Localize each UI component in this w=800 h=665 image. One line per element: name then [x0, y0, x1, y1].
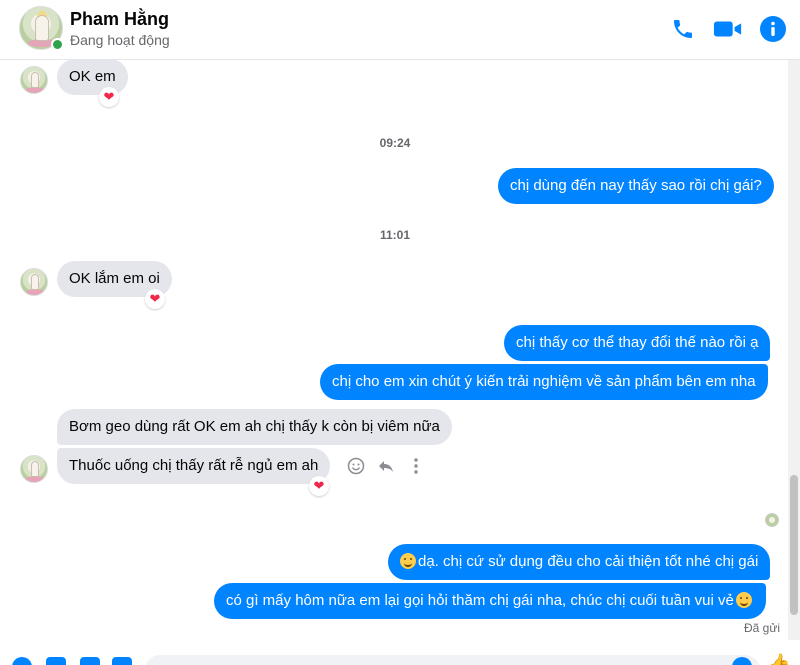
message-outgoing[interactable]: chị dùng đến nay thấy sao rồi chị gái? [498, 168, 774, 204]
message-outgoing[interactable]: dạ. chị cứ sử dụng đều cho cải thiện tốt… [388, 544, 771, 580]
message-text: có gì mấy hôm nữa em lại gọi hỏi thăm ch… [226, 592, 734, 609]
message-outgoing[interactable]: có gì mấy hôm nữa em lại gọi hỏi thăm ch… [214, 583, 766, 619]
message-actions [346, 456, 426, 476]
smile-emoji-icon [400, 553, 416, 569]
online-status-dot [51, 38, 64, 51]
message-incoming[interactable]: OK em [57, 59, 128, 95]
contact-name[interactable]: Pham Hằng [70, 9, 169, 30]
more-button[interactable] [406, 456, 426, 476]
heart-reaction[interactable]: ❤ [99, 87, 119, 107]
info-icon [760, 16, 786, 42]
message-incoming[interactable]: Bơm geo dùng rất OK em ah chị thấy k còn… [57, 409, 452, 445]
sender-avatar[interactable] [20, 455, 48, 483]
phone-icon [674, 20, 692, 38]
gif-icon[interactable] [112, 657, 132, 665]
message-text: dạ. chị cứ sử dụng đều cho cải thiện tốt… [418, 553, 759, 570]
sticker-icon[interactable] [80, 657, 100, 665]
timestamp: 11:01 [379, 228, 411, 242]
wink-emoji-icon [735, 592, 752, 608]
info-button[interactable] [758, 14, 788, 44]
reply-icon [379, 461, 393, 472]
video-icon [713, 21, 742, 37]
message-outgoing[interactable]: chị thấy cơ thể thay đổi thế nào rồi ạ [504, 325, 771, 361]
seen-avatar [765, 513, 779, 527]
sent-status: Đã gửi [744, 621, 781, 635]
contact-avatar[interactable] [19, 6, 64, 51]
scrollbar-thumb[interactable] [790, 475, 798, 615]
call-button[interactable] [668, 14, 698, 44]
more-icon [414, 458, 418, 474]
heart-reaction[interactable]: ❤ [145, 289, 165, 309]
message-incoming[interactable]: Thuốc uống chị thấy rất rễ ngủ em ah [57, 448, 331, 484]
contact-status: Đang hoạt động [70, 32, 170, 48]
photo-icon[interactable] [46, 657, 66, 665]
smile-icon [347, 457, 365, 475]
like-icon[interactable]: 👍 [768, 653, 790, 665]
more-actions-icon[interactable] [12, 657, 32, 665]
message-outgoing[interactable]: chị cho em xin chút ý kiến trải nghiệm v… [320, 364, 768, 400]
timestamp: 09:24 [379, 136, 411, 150]
react-button[interactable] [346, 456, 366, 476]
chat-header: Pham Hằng Đang hoạt động [0, 0, 800, 60]
sender-avatar[interactable] [20, 268, 48, 296]
heart-reaction[interactable]: ❤ [309, 476, 329, 496]
video-call-button[interactable] [713, 14, 743, 44]
composer-bar: 👍 [0, 645, 800, 665]
reply-button[interactable] [376, 456, 396, 476]
message-input[interactable] [145, 655, 760, 665]
sender-avatar[interactable] [20, 66, 48, 94]
